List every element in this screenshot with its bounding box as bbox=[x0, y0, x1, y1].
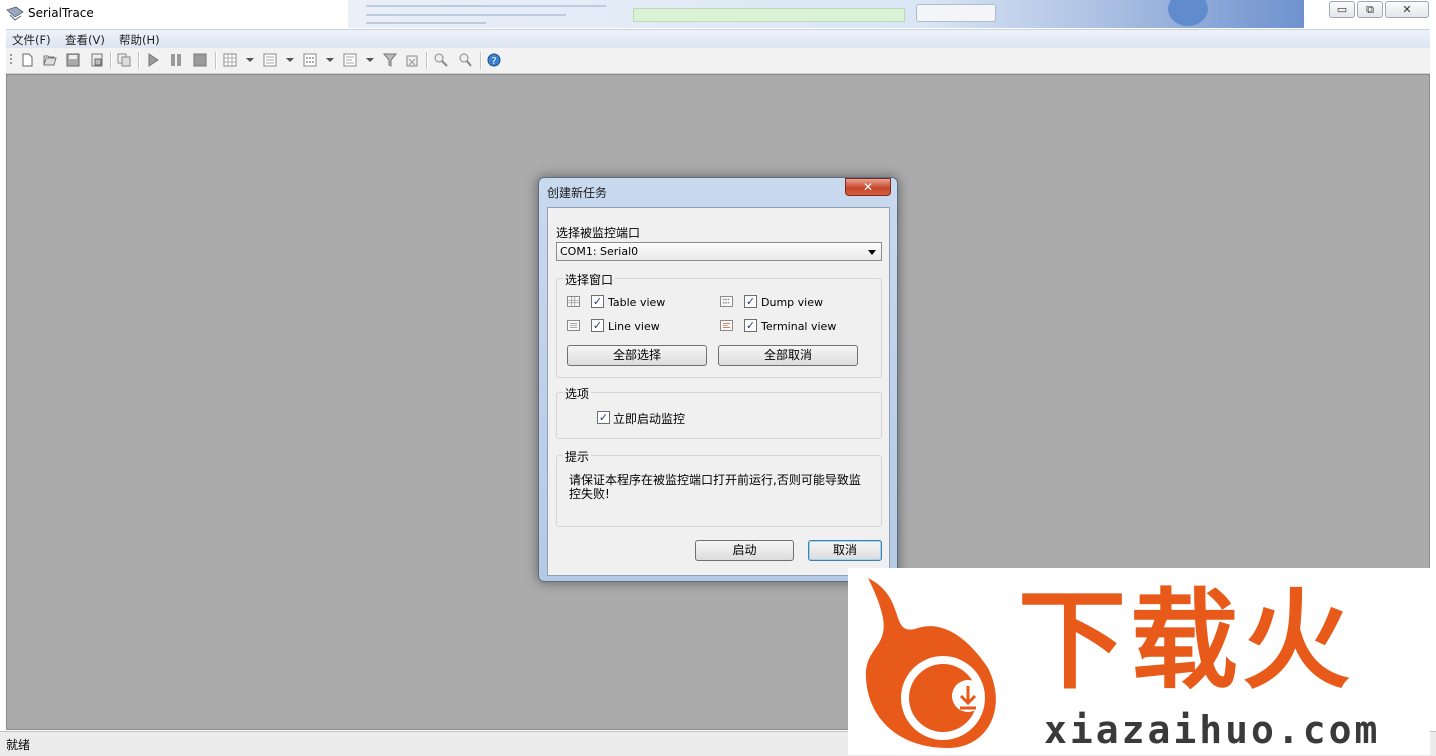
new-file-icon[interactable] bbox=[20, 53, 34, 67]
hint-text: 请保证本程序在被监控端口打开前运行,否则可能导致监控失败! bbox=[569, 473, 861, 501]
chevron-down-icon bbox=[868, 250, 876, 255]
menu-help[interactable]: 帮助(H) bbox=[119, 32, 160, 48]
terminal-view-icon[interactable] bbox=[343, 53, 357, 67]
table-view-icon bbox=[567, 296, 580, 307]
menu-file[interactable]: 文件(F) bbox=[12, 32, 51, 48]
stop-icon[interactable] bbox=[193, 53, 207, 67]
find-icon[interactable] bbox=[434, 53, 448, 67]
new-task-dialog: 创建新任务 ✕ 选择被监控端口 COM1: Serial0 选择窗口 ✓ Tab… bbox=[538, 177, 898, 582]
help-icon[interactable]: ? bbox=[487, 53, 501, 67]
find-next-icon[interactable] bbox=[458, 53, 472, 67]
cancel-button[interactable]: 取消 bbox=[808, 540, 882, 561]
restore-button[interactable]: ⧉ bbox=[1357, 1, 1383, 18]
table-view-label: Table view bbox=[608, 296, 666, 309]
options-title: 选项 bbox=[563, 385, 592, 402]
line-view-label: Line view bbox=[608, 320, 660, 333]
terminal-view-checkbox[interactable]: ✓ bbox=[744, 319, 757, 332]
app-icon bbox=[6, 6, 24, 21]
start-immediately-label: 立即启动监控 bbox=[613, 412, 686, 426]
svg-text:?: ? bbox=[491, 56, 496, 67]
toolbar: ? bbox=[6, 48, 1430, 74]
start-button[interactable]: 启动 bbox=[695, 540, 794, 561]
menu-view[interactable]: 查看(V) bbox=[65, 32, 105, 48]
open-icon[interactable] bbox=[43, 53, 57, 67]
toolbar-grip-icon bbox=[10, 54, 12, 64]
select-all-button[interactable]: 全部选择 bbox=[567, 345, 707, 366]
filter-icon[interactable] bbox=[383, 53, 397, 67]
pause-icon[interactable] bbox=[169, 53, 183, 67]
dump-view-label: Dump view bbox=[761, 296, 823, 309]
watermark-banner: 下载火 xiazaihuo.com bbox=[848, 568, 1430, 755]
terminal-view-icon bbox=[720, 320, 733, 331]
save-icon[interactable] bbox=[66, 53, 80, 67]
clear-icon[interactable] bbox=[405, 53, 419, 67]
line-view-icon[interactable] bbox=[263, 53, 277, 67]
dump-view-icon bbox=[720, 296, 733, 307]
dialog-title: 创建新任务 bbox=[547, 186, 608, 200]
table-view-icon[interactable] bbox=[223, 53, 237, 67]
select-windows-title: 选择窗口 bbox=[563, 271, 616, 288]
port-label: 选择被监控端口 bbox=[556, 226, 641, 240]
watermark-brand: 下载火 bbox=[1018, 579, 1355, 704]
dialog-close-button[interactable]: ✕ bbox=[845, 178, 891, 196]
flame-logo-icon bbox=[865, 578, 996, 748]
select-windows-group: 选择窗口 ✓ Table view ✓ Dump view ✓ Line vie… bbox=[556, 271, 882, 378]
line-view-checkbox[interactable]: ✓ bbox=[591, 319, 604, 332]
window-title: SerialTrace bbox=[28, 6, 94, 20]
menu-bar: 文件(F) 查看(V) 帮助(H) bbox=[6, 29, 1430, 48]
dump-view-checkbox[interactable]: ✓ bbox=[744, 295, 757, 308]
options-group: 选项 ✓ 立即启动监控 bbox=[556, 385, 882, 439]
title-bar: SerialTrace ▭ ⧉ ✕ bbox=[0, 0, 1436, 28]
close-button[interactable]: ✕ bbox=[1385, 1, 1429, 18]
copy-icon[interactable] bbox=[117, 53, 131, 67]
line-view-icon bbox=[567, 320, 580, 331]
deselect-all-button[interactable]: 全部取消 bbox=[718, 345, 858, 366]
minimize-button[interactable]: ▭ bbox=[1329, 1, 1355, 18]
dump-view-icon[interactable] bbox=[303, 53, 317, 67]
table-view-checkbox[interactable]: ✓ bbox=[591, 295, 604, 308]
start-immediately-checkbox[interactable]: ✓ bbox=[597, 411, 610, 424]
port-select[interactable]: COM1: Serial0 bbox=[556, 242, 882, 261]
save-as-icon[interactable] bbox=[90, 53, 104, 67]
watermark-domain: xiazaihuo.com bbox=[1044, 708, 1381, 752]
status-text: 就绪 bbox=[6, 738, 31, 752]
start-icon[interactable] bbox=[146, 53, 160, 67]
hint-group: 提示 请保证本程序在被监控端口打开前运行,否则可能导致监控失败! bbox=[556, 448, 882, 527]
background-window-strip bbox=[348, 0, 1304, 28]
hint-title: 提示 bbox=[563, 448, 592, 465]
dialog-body: 选择被监控端口 COM1: Serial0 选择窗口 ✓ Table view … bbox=[547, 207, 890, 576]
port-select-value: COM1: Serial0 bbox=[560, 245, 639, 258]
terminal-view-label: Terminal view bbox=[761, 320, 837, 333]
